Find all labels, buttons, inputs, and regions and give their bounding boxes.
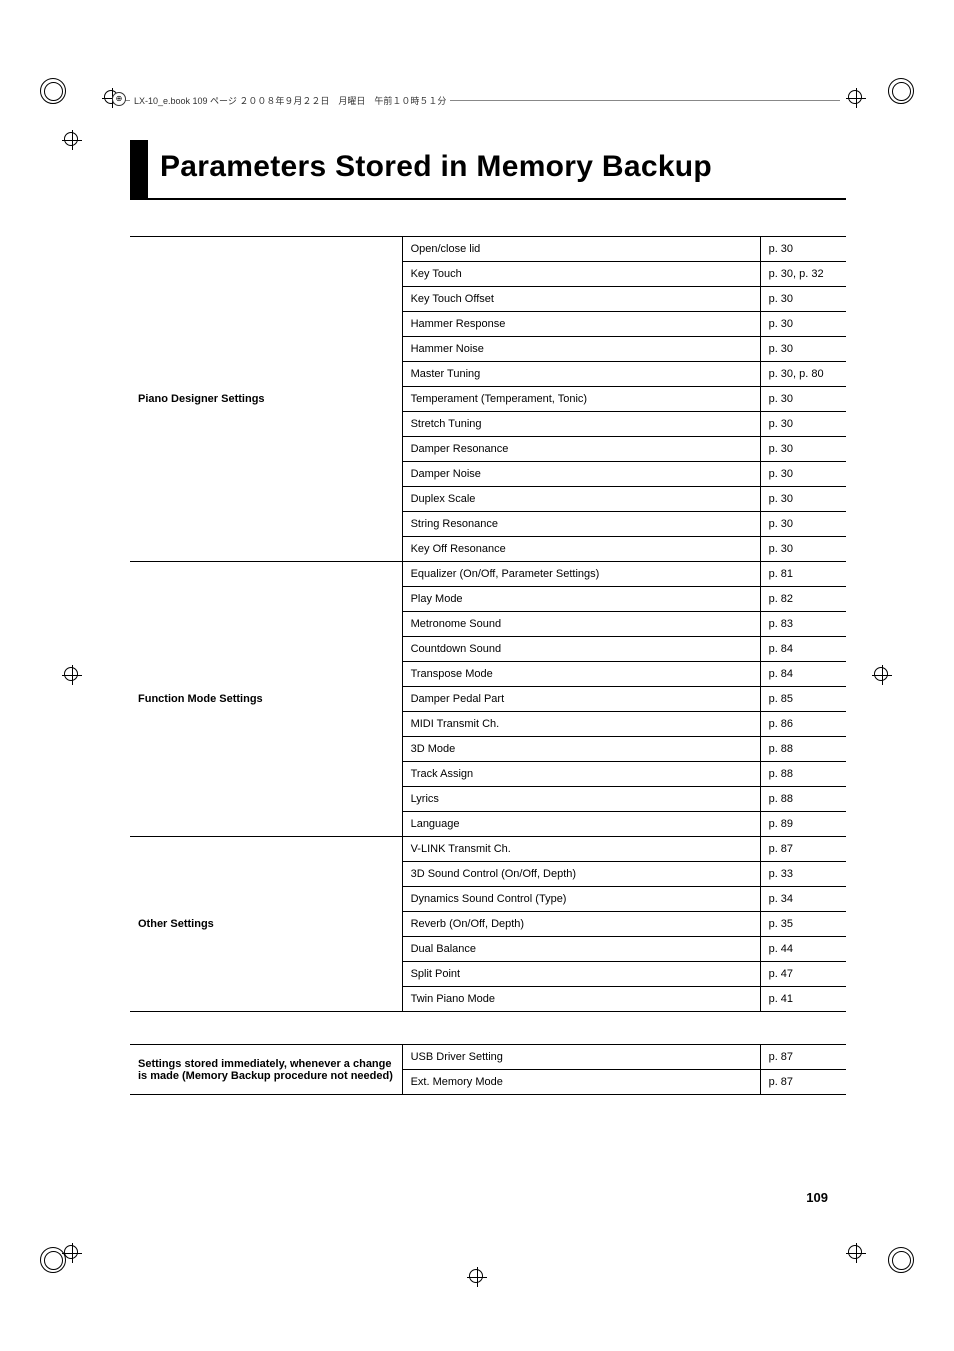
auto-stored-table: Settings stored immediately, whenever a … xyxy=(130,1044,846,1095)
param-cell: Key Touch Offset xyxy=(402,287,760,312)
corner-mark-icon xyxy=(40,1247,66,1273)
param-cell: Equalizer (On/Off, Parameter Settings) xyxy=(402,562,760,587)
param-cell: Metronome Sound xyxy=(402,612,760,637)
page-ref-cell: p. 30 xyxy=(760,412,846,437)
param-cell: Hammer Noise xyxy=(402,337,760,362)
page-ref-cell: p. 44 xyxy=(760,937,846,962)
param-cell: Countdown Sound xyxy=(402,637,760,662)
tables-wrapper: Piano Designer SettingsOpen/close lidp. … xyxy=(130,236,846,1095)
page-ref-cell: p. 30 xyxy=(760,337,846,362)
category-cell: Function Mode Settings xyxy=(130,562,402,837)
page-ref-cell: p. 87 xyxy=(760,837,846,862)
param-cell: 3D Sound Control (On/Off, Depth) xyxy=(402,862,760,887)
page-ref-cell: p. 82 xyxy=(760,587,846,612)
page-ref-cell: p. 30 xyxy=(760,287,846,312)
page-ref-cell: p. 81 xyxy=(760,562,846,587)
crosshair-icon xyxy=(872,665,892,685)
page-ref-cell: p. 35 xyxy=(760,912,846,937)
page-ref-cell: p. 30 xyxy=(760,237,846,262)
crosshair-icon xyxy=(62,130,82,150)
param-cell: Transpose Mode xyxy=(402,662,760,687)
param-cell: Master Tuning xyxy=(402,362,760,387)
param-cell: MIDI Transmit Ch. xyxy=(402,712,760,737)
title-bar-icon xyxy=(130,140,148,198)
page-ref-cell: p. 30, p. 32 xyxy=(760,262,846,287)
page-ref-cell: p. 84 xyxy=(760,637,846,662)
table-row: Other SettingsV-LINK Transmit Ch.p. 87 xyxy=(130,837,846,862)
table-row: Piano Designer SettingsOpen/close lidp. … xyxy=(130,237,846,262)
page-ref-cell: p. 30 xyxy=(760,437,846,462)
header-meta-text: LX-10_e.book 109 ページ ２００８年９月２２日 月曜日 午前１０… xyxy=(130,94,450,107)
param-cell: Hammer Response xyxy=(402,312,760,337)
page-ref-cell: p. 85 xyxy=(760,687,846,712)
page-ref-cell: p. 30 xyxy=(760,462,846,487)
page-ref-cell: p. 83 xyxy=(760,612,846,637)
param-cell: Track Assign xyxy=(402,762,760,787)
page-ref-cell: p. 89 xyxy=(760,812,846,837)
table-row: Function Mode SettingsEqualizer (On/Off,… xyxy=(130,562,846,587)
page-ref-cell: p. 30, p. 80 xyxy=(760,362,846,387)
page-ref-cell: p. 41 xyxy=(760,987,846,1012)
corner-mark-icon xyxy=(40,78,66,104)
param-cell: USB Driver Setting xyxy=(402,1045,760,1070)
param-cell: Ext. Memory Mode xyxy=(402,1070,760,1095)
corner-mark-icon xyxy=(888,1247,914,1273)
param-cell: Open/close lid xyxy=(402,237,760,262)
param-cell: Duplex Scale xyxy=(402,487,760,512)
param-cell: Temperament (Temperament, Tonic) xyxy=(402,387,760,412)
page-ref-cell: p. 87 xyxy=(760,1045,846,1070)
param-cell: Play Mode xyxy=(402,587,760,612)
page-ref-cell: p. 84 xyxy=(760,662,846,687)
crosshair-icon xyxy=(62,1243,82,1263)
page-ref-cell: p. 30 xyxy=(760,512,846,537)
param-cell: Key Off Resonance xyxy=(402,537,760,562)
param-cell: Split Point xyxy=(402,962,760,987)
param-cell: Key Touch xyxy=(402,262,760,287)
page-ref-cell: p. 30 xyxy=(760,312,846,337)
page-ref-cell: p. 33 xyxy=(760,862,846,887)
page-ref-cell: p. 86 xyxy=(760,712,846,737)
page-ref-cell: p. 34 xyxy=(760,887,846,912)
param-cell: String Resonance xyxy=(402,512,760,537)
page-ref-cell: p. 30 xyxy=(760,487,846,512)
page-title: Parameters Stored in Memory Backup xyxy=(130,140,846,200)
param-cell: Damper Noise xyxy=(402,462,760,487)
param-cell: Reverb (On/Off, Depth) xyxy=(402,912,760,937)
param-cell: Twin Piano Mode xyxy=(402,987,760,1012)
param-cell: Damper Pedal Part xyxy=(402,687,760,712)
category-cell: Piano Designer Settings xyxy=(130,237,402,562)
category-cell: Settings stored immediately, whenever a … xyxy=(130,1045,402,1095)
book-icon: ⊕ xyxy=(112,92,126,106)
param-cell: Dynamics Sound Control (Type) xyxy=(402,887,760,912)
page-ref-cell: p. 88 xyxy=(760,787,846,812)
param-cell: Dual Balance xyxy=(402,937,760,962)
param-cell: 3D Mode xyxy=(402,737,760,762)
page-ref-cell: p. 30 xyxy=(760,537,846,562)
page-ref-cell: p. 88 xyxy=(760,737,846,762)
crosshair-icon xyxy=(62,665,82,685)
page-ref-cell: p. 87 xyxy=(760,1070,846,1095)
page-content: Parameters Stored in Memory Backup Piano… xyxy=(130,140,846,1211)
parameters-table: Piano Designer SettingsOpen/close lidp. … xyxy=(130,236,846,1012)
category-cell: Other Settings xyxy=(130,837,402,1012)
param-cell: V-LINK Transmit Ch. xyxy=(402,837,760,862)
page-number: 109 xyxy=(806,1190,828,1205)
crosshair-icon xyxy=(467,1267,487,1287)
title-text: Parameters Stored in Memory Backup xyxy=(160,140,712,198)
corner-mark-icon xyxy=(888,78,914,104)
crosshair-icon xyxy=(846,88,866,108)
page-ref-cell: p. 30 xyxy=(760,387,846,412)
page-ref-cell: p. 47 xyxy=(760,962,846,987)
param-cell: Damper Resonance xyxy=(402,437,760,462)
page-ref-cell: p. 88 xyxy=(760,762,846,787)
crosshair-icon xyxy=(846,1243,866,1263)
table-row: Settings stored immediately, whenever a … xyxy=(130,1045,846,1070)
param-cell: Lyrics xyxy=(402,787,760,812)
param-cell: Language xyxy=(402,812,760,837)
param-cell: Stretch Tuning xyxy=(402,412,760,437)
